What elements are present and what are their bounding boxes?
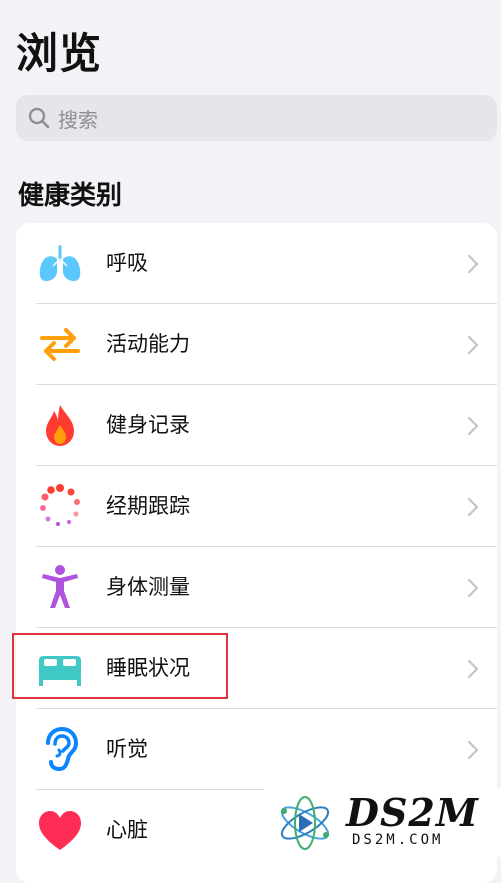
- category-label: 心脏: [106, 818, 148, 842]
- chevron-right-icon: [467, 740, 479, 760]
- search-field[interactable]: 搜索: [16, 95, 497, 141]
- category-label: 健身记录: [106, 413, 190, 437]
- categories-list: 呼吸 活动能力 健身记录 经期跟踪 身体测量 睡眠状况 听觉 心脏: [16, 223, 497, 883]
- chevron-right-icon: [467, 659, 479, 679]
- category-label: 呼吸: [106, 251, 148, 275]
- watermark-url: DS2M.COM: [352, 832, 444, 848]
- chevron-right-icon: [467, 335, 479, 355]
- category-label: 活动能力: [106, 332, 190, 356]
- page-title: 浏览: [16, 29, 103, 78]
- heart-icon: [36, 806, 84, 854]
- lungs-icon: [36, 239, 84, 287]
- watermark: DS2M DS2M.COM: [264, 788, 501, 857]
- chevron-right-icon: [467, 578, 479, 598]
- category-row-cycle[interactable]: 经期跟踪: [16, 466, 497, 547]
- search-placeholder: 搜索: [58, 107, 98, 132]
- cycle-dots-icon: [36, 482, 84, 530]
- atom-logo-icon: [276, 794, 334, 852]
- arrows-icon: [36, 320, 84, 368]
- category-label: 听觉: [106, 737, 148, 761]
- category-row-body-measurements[interactable]: 身体测量: [16, 547, 497, 628]
- highlight-box: [12, 633, 228, 699]
- figure-icon: [36, 563, 84, 611]
- section-title: 健康类别: [18, 181, 123, 211]
- ear-icon: [36, 725, 84, 773]
- category-row-mobility[interactable]: 活动能力: [16, 304, 497, 385]
- chevron-right-icon: [467, 416, 479, 436]
- category-label: 经期跟踪: [106, 494, 190, 518]
- chevron-right-icon: [467, 497, 479, 517]
- category-row-hearing[interactable]: 听觉: [16, 709, 497, 790]
- watermark-brand: DS2M: [346, 790, 479, 835]
- category-row-respiratory[interactable]: 呼吸: [16, 223, 497, 304]
- search-icon: [28, 107, 50, 129]
- category-label: 身体测量: [106, 575, 190, 599]
- category-row-fitness[interactable]: 健身记录: [16, 385, 497, 466]
- chevron-right-icon: [467, 254, 479, 274]
- flame-icon: [36, 401, 84, 449]
